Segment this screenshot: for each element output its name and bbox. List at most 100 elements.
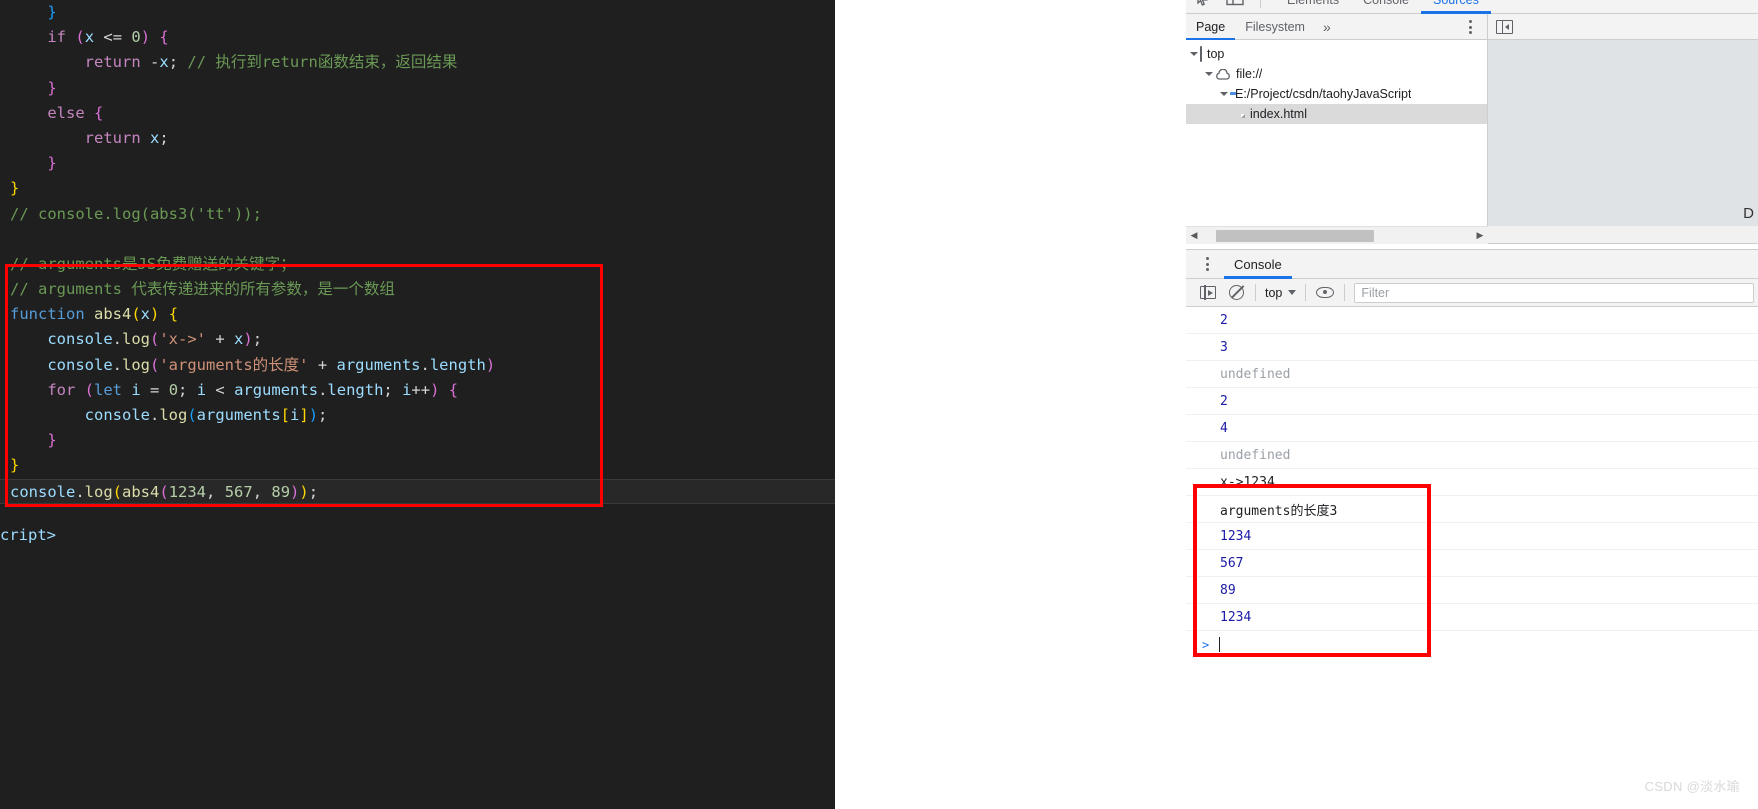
code-token: ) (150, 305, 160, 324)
sources-navigator-pane: Page Filesystem » top file:// E:/Project/c… (1186, 14, 1488, 244)
code-token: ( (112, 482, 123, 501)
code-token: } (47, 3, 57, 21)
source-viewer-corner-text: D (1743, 205, 1754, 222)
code-token: ; (318, 406, 328, 424)
code-token: ( (131, 305, 141, 324)
console-message: x->1234 (1186, 469, 1758, 496)
console-message: 3 (1186, 334, 1758, 361)
drawer-more-options-icon[interactable] (1200, 255, 1214, 273)
screenshot-root: } if (x <= 0) { return -x; // 执行到return函… (0, 0, 1758, 809)
scrollbar-thumb[interactable] (1216, 229, 1374, 242)
code-token: . (149, 406, 160, 424)
code-token: { (448, 380, 459, 399)
console-message: undefined (1186, 361, 1758, 388)
file-tree-label: index.html (1250, 107, 1307, 121)
navigator-horizontal-scrollbar[interactable]: ◀ ▶ (1186, 226, 1488, 244)
source-viewer-footer (1488, 226, 1758, 243)
code-token: ] (299, 406, 309, 424)
file-tree-row[interactable]: E:/Project/csdn/taohyJavaScript (1186, 84, 1487, 104)
code-token: + (308, 355, 337, 374)
code-editor[interactable]: } if (x <= 0) { return -x; // 执行到return函… (0, 0, 835, 723)
code-token: } (47, 154, 57, 173)
file-tree-row[interactable]: index.html (1186, 104, 1487, 124)
code-token: , (252, 482, 272, 501)
code-line: // console.log(abs3('tt')); (0, 202, 835, 227)
console-message: 4 (1186, 415, 1758, 442)
disclosure-triangle-icon[interactable] (1220, 92, 1228, 96)
code-line: console.log('x->' + x); (0, 327, 835, 352)
navigator-tabstrip: Page Filesystem » (1186, 14, 1487, 40)
code-line: console.log(abs4(1234, 567, 89)); (0, 478, 835, 504)
show-navigator-icon[interactable] (1496, 19, 1513, 34)
source-viewer-stub: D (1488, 14, 1758, 244)
tab-console[interactable]: Console (1351, 0, 1421, 14)
drawer-tab-console[interactable]: Console (1224, 250, 1292, 279)
disclosure-triangle-icon[interactable] (1205, 72, 1213, 76)
console-prompt[interactable]: > (1186, 631, 1758, 658)
code-token: function (10, 305, 85, 324)
code-line (0, 227, 835, 252)
console-filter-input[interactable]: Filter (1354, 282, 1754, 303)
navigator-more-options-icon[interactable] (1463, 18, 1477, 36)
scroll-right-arrow-icon[interactable]: ▶ (1472, 230, 1488, 241)
code-token: log (84, 482, 113, 501)
navigator-tab-page[interactable]: Page (1186, 14, 1236, 40)
code-token: } (47, 431, 57, 450)
inspect-element-icon[interactable] (1196, 0, 1212, 8)
code-token: 89 (271, 482, 291, 501)
code-token: abs4 (94, 305, 132, 324)
code-token: x (234, 330, 244, 349)
code-token: ; (168, 53, 188, 72)
execution-context-selector[interactable]: top (1261, 286, 1300, 300)
disclosure-triangle-icon[interactable] (1190, 52, 1198, 56)
chevron-down-icon (1288, 290, 1297, 295)
tab-sources[interactable]: Sources (1420, 0, 1491, 14)
code-token: ) (290, 482, 300, 501)
code-token: ; (252, 330, 263, 349)
code-token: - (150, 53, 160, 72)
scroll-left-arrow-icon[interactable]: ◀ (1186, 230, 1202, 241)
live-expression-button[interactable] (1311, 280, 1339, 306)
code-token: x (159, 53, 169, 72)
console-drawer: Console top Filter 2 3 undefined 2 4 und… (1186, 249, 1758, 809)
device-toolbar-icon[interactable] (1226, 0, 1244, 8)
code-token: . (318, 380, 328, 399)
code-token: log (122, 330, 150, 349)
file-tree-row[interactable]: top (1186, 44, 1487, 64)
code-token: ; (383, 380, 403, 399)
code-token: ) (243, 330, 253, 349)
console-message-list: 2 3 undefined 2 4 undefined x->1234 arguments的长… (1186, 307, 1758, 631)
console-sidebar-toggle-button[interactable] (1194, 280, 1222, 306)
eye-icon (1316, 287, 1335, 298)
console-message: 1234 (1186, 523, 1758, 550)
clear-console-button[interactable] (1222, 280, 1250, 306)
code-token: arguments (196, 406, 281, 424)
tab-elements[interactable]: Elements (1275, 0, 1351, 14)
code-token: + (206, 330, 235, 349)
code-token: else (47, 103, 85, 122)
code-token: . (112, 330, 122, 349)
file-tree-row[interactable]: file:// (1186, 64, 1487, 84)
more-tabs-icon[interactable]: » (1315, 14, 1339, 40)
code-token: x (140, 305, 151, 324)
code-line: function abs4(x) { (0, 302, 835, 327)
code-line: } (0, 0, 835, 25)
scrollbar-track[interactable] (1202, 229, 1472, 243)
code-token: ( (187, 406, 197, 424)
navigator-tab-filesystem[interactable]: Filesystem (1235, 14, 1315, 40)
toolbar-divider (1260, 0, 1261, 8)
code-token: if (47, 28, 66, 47)
code-token: console (10, 482, 76, 501)
code-line: for (let i = 0; i < arguments.length; i+… (0, 378, 835, 403)
console-toolbar: top Filter (1186, 279, 1758, 307)
code-line: } (0, 76, 835, 101)
text-cursor (1219, 637, 1221, 652)
